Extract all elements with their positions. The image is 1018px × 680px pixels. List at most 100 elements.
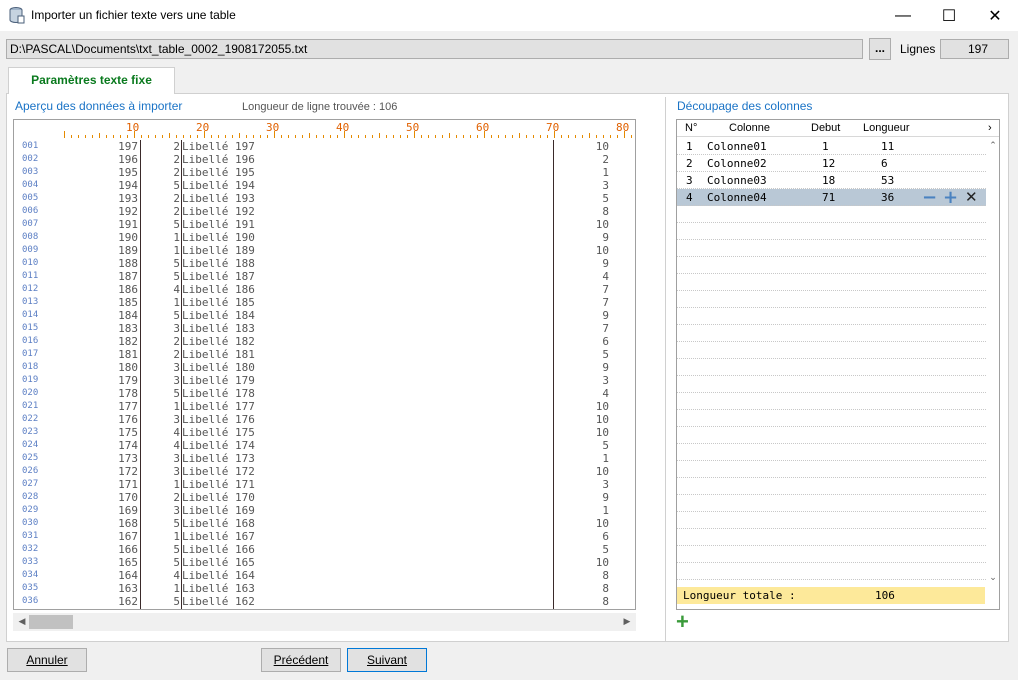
cell-col1: 192: [118, 205, 138, 218]
cell-col3: Libellé 168: [182, 517, 255, 530]
ruler-tick: [232, 135, 233, 138]
cell-col2: 4: [173, 569, 180, 582]
column-cell-name: Colonne04: [707, 191, 767, 204]
header-name: Colonne: [729, 122, 770, 134]
scroll-down-icon[interactable]: ⌄: [984, 572, 999, 583]
window-title: Importer un fichier texte vers une table: [31, 8, 236, 22]
preview-row: 028 170 2 Libellé 170 9: [14, 491, 635, 504]
cell-col3: Libellé 196: [182, 153, 255, 166]
column-ruler[interactable]: 10 20 30 40 50 60 70 80: [14, 120, 635, 140]
ruler-tick: [568, 135, 569, 138]
cancel-button[interactable]: Annuler: [7, 648, 87, 672]
preview-row: 003 195 2 Libellé 195 1: [14, 166, 635, 179]
ruler-tick: [183, 135, 184, 138]
cell-col1: 178: [118, 387, 138, 400]
cancel-label: Annuler: [26, 653, 68, 667]
cell-col4: 4: [602, 387, 609, 400]
line-number: 018: [22, 362, 39, 372]
empty-row: [677, 376, 986, 393]
chevron-right-icon[interactable]: ›: [988, 122, 992, 134]
ruler-number: 10: [126, 121, 140, 134]
cell-col3: Libellé 192: [182, 205, 255, 218]
column-row[interactable]: 2 Colonne02 12 6: [677, 155, 986, 172]
preview-row: 010 188 5 Libellé 188 9: [14, 257, 635, 270]
cell-col4: 3: [602, 374, 609, 387]
ruler-tick: [526, 135, 527, 138]
line-number: 023: [22, 427, 39, 437]
column-row[interactable]: 3 Colonne03 18 53: [677, 172, 986, 189]
preview-row: 002 196 2 Libellé 196 2: [14, 153, 635, 166]
cell-col2: 5: [173, 179, 180, 192]
cell-col3: Libellé 175: [182, 426, 255, 439]
cell-col2: 3: [173, 465, 180, 478]
previous-button[interactable]: Précédent: [261, 648, 341, 672]
ruler-number: 70: [546, 121, 560, 134]
line-length-info: Longueur de ligne trouvée : 106: [242, 101, 398, 113]
minus-icon[interactable]: −: [922, 189, 937, 207]
file-path-field[interactable]: D:\PASCAL\Documents\txt_table_0002_19081…: [6, 39, 863, 59]
maximize-button[interactable]: ☐: [926, 0, 972, 31]
ruler-tick: [491, 135, 492, 138]
minimize-button[interactable]: —: [880, 0, 926, 31]
cell-col4: 1: [602, 166, 609, 179]
add-column-button[interactable]: +: [676, 611, 694, 633]
column-cell-length: 11: [881, 140, 895, 153]
scroll-up-icon[interactable]: ⌃: [984, 140, 999, 151]
columns-table-header: N° Colonne Debut Longueur ›: [677, 120, 999, 137]
cell-col1: 197: [118, 140, 138, 153]
columns-vertical-scrollbar[interactable]: ⌃ ⌄: [987, 138, 999, 588]
column-separator[interactable]: [181, 140, 182, 609]
cell-col1: 177: [118, 400, 138, 413]
next-button[interactable]: Suivant: [347, 648, 427, 672]
cell-col2: 5: [173, 309, 180, 322]
cell-col2: 3: [173, 413, 180, 426]
scroll-right-icon[interactable]: ▶: [618, 616, 636, 627]
column-separator[interactable]: [553, 140, 554, 609]
cell-col1: 164: [118, 569, 138, 582]
total-length-label: Longueur totale :: [683, 589, 796, 602]
cell-col4: 6: [602, 335, 609, 348]
preview-row: 035 163 1 Libellé 163 8: [14, 582, 635, 595]
preview-row: 036 162 5 Libellé 162 8: [14, 595, 635, 608]
column-cell-name: Colonne02: [707, 157, 767, 170]
preview-row: 029 169 3 Libellé 169 1: [14, 504, 635, 517]
preview-row: 009 189 1 Libellé 189 10: [14, 244, 635, 257]
cell-col3: Libellé 166: [182, 543, 255, 556]
preview-row: 001 197 2 Libellé 197 10: [14, 140, 635, 153]
ruler-tick: [155, 135, 156, 138]
plus-icon[interactable]: +: [943, 189, 958, 207]
cell-col3: Libellé 197: [182, 140, 255, 153]
preview-row: 019 179 3 Libellé 179 3: [14, 374, 635, 387]
column-row[interactable]: 4 Colonne04 71 36 − + ✕: [677, 189, 986, 207]
close-window-button[interactable]: ✕: [972, 0, 1018, 31]
ruler-number: 50: [406, 121, 420, 134]
cell-col4: 8: [602, 205, 609, 218]
ruler-tick: [477, 135, 478, 138]
scroll-thumb[interactable]: [29, 615, 73, 629]
column-separator[interactable]: [140, 140, 141, 609]
cell-col3: Libellé 179: [182, 374, 255, 387]
ruler-tick: [323, 135, 324, 138]
column-cell-length: 53: [881, 174, 895, 187]
browse-button[interactable]: ...: [869, 38, 891, 60]
preview-horizontal-scrollbar[interactable]: ◀ ▶: [13, 613, 636, 631]
cell-col4: 2: [602, 153, 609, 166]
header-num: N°: [685, 122, 698, 134]
cell-col4: 10: [595, 426, 609, 439]
preview-row: 016 182 2 Libellé 182 6: [14, 335, 635, 348]
empty-row: [677, 512, 986, 529]
line-number: 020: [22, 388, 39, 398]
ruler-tick: [449, 133, 450, 138]
empty-row: [677, 563, 986, 580]
cell-col1: 185: [118, 296, 138, 309]
close-icon[interactable]: ✕: [965, 189, 978, 206]
cell-col1: 163: [118, 582, 138, 595]
preview-row: 034 164 4 Libellé 164 8: [14, 569, 635, 582]
preview-row: 020 178 5 Libellé 178 4: [14, 387, 635, 400]
data-preview[interactable]: 10 20 30 40 50 60 70 80 001 197 2 Libellé 197 10 002…: [13, 119, 636, 610]
columns-table[interactable]: N° Colonne Debut Longueur › 1 Colonne01 1 1…: [676, 119, 1000, 610]
empty-row: [677, 257, 986, 274]
cell-col2: 5: [173, 595, 180, 608]
column-row[interactable]: 1 Colonne01 1 11: [677, 138, 986, 155]
tab-fixed-text-settings[interactable]: Paramètres texte fixe: [8, 67, 175, 94]
